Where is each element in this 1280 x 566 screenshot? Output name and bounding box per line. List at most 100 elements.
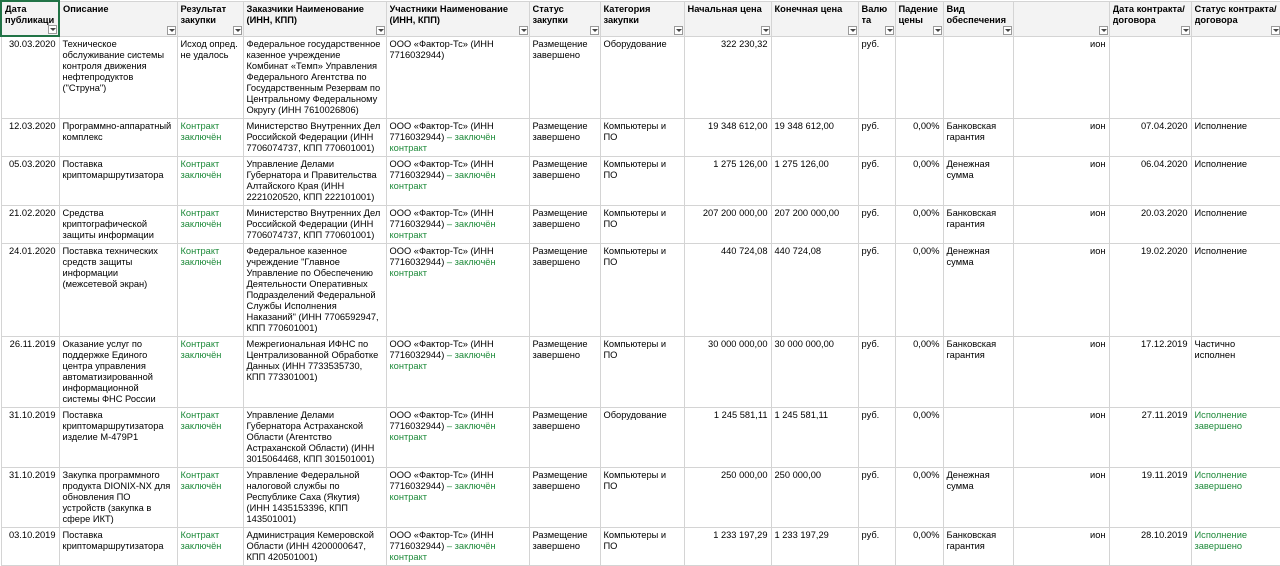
column-header[interactable] — [1012, 0, 1110, 37]
currency-cell[interactable]: руб. — [857, 155, 896, 206]
procurement-status-cell[interactable]: Размещение завершено — [528, 155, 601, 206]
contract-status-cell[interactable]: Исполнение — [1190, 117, 1280, 157]
currency-cell[interactable]: руб. — [857, 204, 896, 244]
end-price-cell[interactable]: 1 245 581,11 — [770, 406, 859, 468]
result-cell[interactable]: Контракт заключён — [176, 466, 244, 528]
publication-date-cell[interactable]: 03.10.2019 — [0, 526, 60, 566]
end-price-cell[interactable]: 250 000,00 — [770, 466, 859, 528]
filter-dropdown-icon[interactable] — [232, 25, 242, 35]
price-drop-cell[interactable]: 0,00% — [894, 155, 944, 206]
table-row[interactable]: 21.02.2020 Средства криптографической защ… — [0, 204, 1280, 244]
description-cell[interactable]: Программно-аппаратный комплекс — [58, 117, 178, 157]
publication-date-cell[interactable]: 31.10.2019 — [0, 406, 60, 468]
end-price-cell[interactable]: 207 200 000,00 — [770, 204, 859, 244]
contract-date-cell[interactable]: 19.11.2019 — [1108, 466, 1192, 528]
contract-date-cell[interactable]: 28.10.2019 — [1108, 526, 1192, 566]
contract-date-cell[interactable] — [1108, 35, 1192, 119]
filter-dropdown-icon[interactable] — [375, 25, 385, 35]
participant-cell[interactable]: ООО «Фактор-Тс» (ИНН 7716032944) – заклю… — [385, 335, 530, 408]
extra-cell[interactable]: ион — [1012, 406, 1110, 468]
currency-cell[interactable]: руб. — [857, 242, 896, 337]
contract-date-cell[interactable]: 20.03.2020 — [1108, 204, 1192, 244]
procurement-status-cell[interactable]: Размещение завершено — [528, 35, 601, 119]
extra-cell[interactable]: ион — [1012, 155, 1110, 206]
procurement-status-cell[interactable]: Размещение завершено — [528, 526, 601, 566]
filter-dropdown-icon[interactable] — [847, 25, 857, 35]
contract-date-cell[interactable]: 17.12.2019 — [1108, 335, 1192, 408]
column-header[interactable]: Начальная цена — [683, 0, 772, 37]
category-cell[interactable]: Компьютеры и ПО — [599, 117, 685, 157]
category-cell[interactable]: Компьютеры и ПО — [599, 155, 685, 206]
participant-cell[interactable]: ООО «Фактор-Тс» (ИНН 7716032944) – заклю… — [385, 466, 530, 528]
filter-dropdown-icon[interactable] — [518, 25, 528, 35]
description-cell[interactable]: Оказание услуг по поддержке Единого цент… — [58, 335, 178, 408]
currency-cell[interactable]: руб. — [857, 526, 896, 566]
table-row[interactable]: 30.03.2020 Техническое обслуживание систе… — [0, 35, 1280, 119]
description-cell[interactable]: Поставка криптомаршрутизатора — [58, 155, 178, 206]
end-price-cell[interactable]: 1 275 126,00 — [770, 155, 859, 206]
contract-date-cell[interactable]: 27.11.2019 — [1108, 406, 1192, 468]
contract-status-cell[interactable]: Частично исполнен — [1190, 335, 1280, 408]
contract-status-cell[interactable]: Исполнение завершено — [1190, 466, 1280, 528]
price-drop-cell[interactable]: 0,00% — [894, 117, 944, 157]
result-cell[interactable]: Контракт заключён — [176, 526, 244, 566]
participant-cell[interactable]: ООО «Фактор-Тс» (ИНН 7716032944) – заклю… — [385, 242, 530, 337]
procurement-status-cell[interactable]: Размещение завершено — [528, 466, 601, 528]
customer-cell[interactable]: Управление Федеральной налоговой службы … — [242, 466, 387, 528]
category-cell[interactable]: Оборудование — [599, 35, 685, 119]
filter-dropdown-icon[interactable] — [1180, 25, 1190, 35]
filter-dropdown-icon[interactable] — [1098, 25, 1108, 35]
price-drop-cell[interactable]: 0,00% — [894, 406, 944, 468]
customer-cell[interactable]: Федеральное казенное учреждение "Главное… — [242, 242, 387, 337]
security-type-cell[interactable] — [942, 35, 1014, 119]
column-header[interactable]: Дата контракта/договора — [1108, 0, 1192, 37]
procurement-status-cell[interactable]: Размещение завершено — [528, 406, 601, 468]
description-cell[interactable]: Техническое обслуживание системы контрол… — [58, 35, 178, 119]
publication-date-cell[interactable]: 30.03.2020 — [0, 35, 60, 119]
contract-status-cell[interactable]: Исполнение — [1190, 242, 1280, 337]
filter-dropdown-icon[interactable] — [589, 25, 599, 35]
extra-cell[interactable]: ион — [1012, 35, 1110, 119]
start-price-cell[interactable]: 322 230,32 — [683, 35, 772, 119]
participant-cell[interactable]: ООО «Фактор-Тс» (ИНН 7716032944) – заклю… — [385, 526, 530, 566]
description-cell[interactable]: Поставка криптомаршрутизатора — [58, 526, 178, 566]
extra-cell[interactable]: ион — [1012, 335, 1110, 408]
contract-date-cell[interactable]: 07.04.2020 — [1108, 117, 1192, 157]
column-header[interactable]: Статус закупки — [528, 0, 601, 37]
publication-date-cell[interactable]: 26.11.2019 — [0, 335, 60, 408]
contract-date-cell[interactable]: 06.04.2020 — [1108, 155, 1192, 206]
customer-cell[interactable]: Управление Делами Губернатора Астраханск… — [242, 406, 387, 468]
filter-dropdown-icon[interactable] — [1270, 25, 1280, 35]
column-header[interactable]: Дата публикации — [0, 0, 60, 37]
extra-cell[interactable]: ион — [1012, 204, 1110, 244]
currency-cell[interactable]: руб. — [857, 117, 896, 157]
column-header[interactable]: Категория закупки — [599, 0, 685, 37]
result-cell[interactable]: Контракт заключён — [176, 117, 244, 157]
category-cell[interactable]: Компьютеры и ПО — [599, 204, 685, 244]
column-header[interactable]: Результат закупки — [176, 0, 244, 37]
publication-date-cell[interactable]: 31.10.2019 — [0, 466, 60, 528]
filter-dropdown-icon[interactable] — [166, 25, 176, 35]
security-type-cell[interactable]: Банковская гарантия — [942, 117, 1014, 157]
participant-cell[interactable]: ООО «Фактор-Тс» (ИНН 7716032944) — [385, 35, 530, 119]
start-price-cell[interactable]: 1 233 197,29 — [683, 526, 772, 566]
price-drop-cell[interactable]: 0,00% — [894, 204, 944, 244]
column-header[interactable]: Описание — [58, 0, 178, 37]
description-cell[interactable]: Поставка технических средств защиты инфо… — [58, 242, 178, 337]
result-cell[interactable]: Контракт заключён — [176, 155, 244, 206]
procurement-status-cell[interactable]: Размещение завершено — [528, 335, 601, 408]
price-drop-cell[interactable]: 0,00% — [894, 335, 944, 408]
category-cell[interactable]: Компьютеры и ПО — [599, 335, 685, 408]
security-type-cell[interactable]: Банковская гарантия — [942, 335, 1014, 408]
price-drop-cell[interactable]: 0,00% — [894, 242, 944, 337]
filter-dropdown-icon[interactable] — [48, 25, 57, 34]
price-drop-cell[interactable]: 0,00% — [894, 526, 944, 566]
result-cell[interactable]: Контракт заключён — [176, 242, 244, 337]
start-price-cell[interactable]: 30 000 000,00 — [683, 335, 772, 408]
publication-date-cell[interactable]: 24.01.2020 — [0, 242, 60, 337]
result-cell[interactable]: Контракт заключён — [176, 335, 244, 408]
description-cell[interactable]: Закупка программного продукта DIONIX-NX … — [58, 466, 178, 528]
end-price-cell[interactable]: 30 000 000,00 — [770, 335, 859, 408]
security-type-cell[interactable]: Банковская гарантия — [942, 526, 1014, 566]
security-type-cell[interactable] — [942, 406, 1014, 468]
